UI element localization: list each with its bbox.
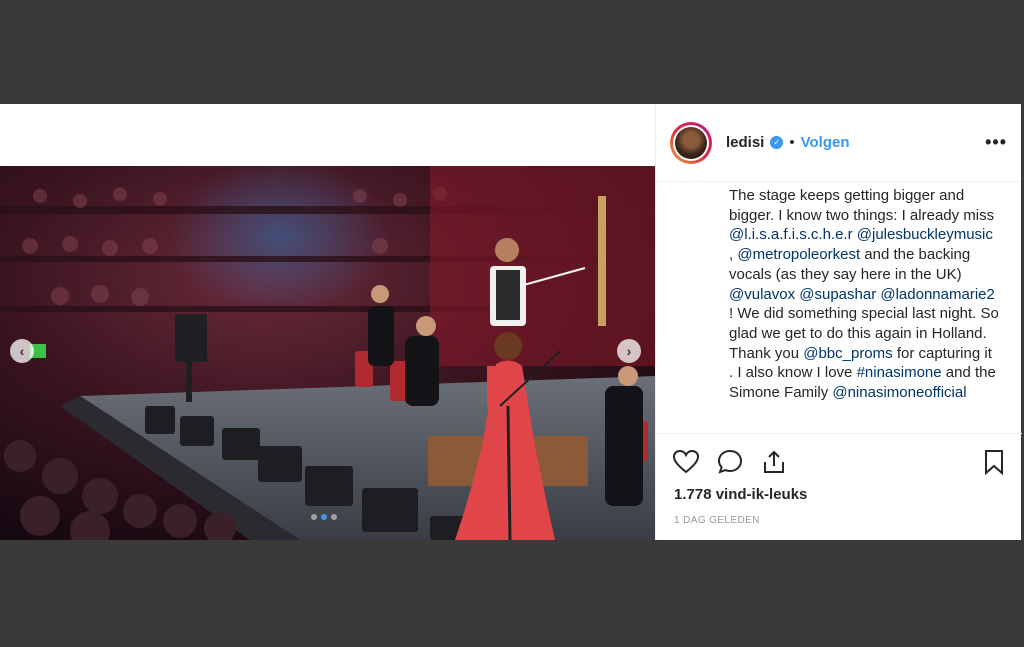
mention-link[interactable]: @ninasimoneofficial — [832, 384, 966, 401]
post-caption: The stage keeps getting bigger and bigge… — [729, 186, 999, 429]
more-options-icon[interactable]: ••• — [985, 132, 1007, 153]
caption-text: The stage keeps getting bigger and bigge… — [729, 187, 995, 224]
carousel-dot — [311, 514, 317, 520]
hashtag-link[interactable]: #ninasimone — [857, 364, 942, 381]
verified-badge-icon: ✓ — [770, 136, 784, 149]
post-media: ‹ › — [0, 104, 655, 540]
bookmark-icon[interactable] — [980, 448, 1008, 476]
post-timestamp[interactable]: 1 DAG GELEDEN — [674, 515, 760, 526]
heart-icon[interactable] — [672, 448, 700, 476]
post-header: ledisi ✓ • Volgen ••• — [656, 104, 1021, 182]
post-actions: 1.778 vind-ik-leuks 1 DAG GELEDEN — [656, 433, 1022, 541]
carousel-dot — [331, 514, 337, 520]
carousel-prev-button[interactable]: ‹ — [10, 339, 34, 363]
mention-link[interactable]: @supashar — [799, 286, 876, 303]
share-icon[interactable] — [760, 448, 788, 476]
mention-link[interactable]: @l.i.s.a.f.i.s.c.h.e.r — [729, 226, 853, 243]
separator-dot: • — [789, 134, 795, 151]
mention-link[interactable]: @vulavox — [729, 286, 795, 303]
comment-icon[interactable] — [716, 448, 744, 476]
carousel-next-button[interactable]: › — [617, 339, 641, 363]
carousel-dot-active — [321, 514, 327, 520]
post-sidebar: ledisi ✓ • Volgen ••• The stage keeps ge… — [655, 104, 1022, 541]
mention-link[interactable]: @metropoleorkest — [737, 246, 860, 263]
instagram-post: ‹ › ledisi ✓ • Volgen ••• The stage keep… — [0, 104, 1022, 541]
likes-count[interactable]: 1.778 vind-ik-leuks — [674, 486, 807, 503]
mention-link[interactable]: @ladonnamarie2 — [880, 286, 994, 303]
carousel-dots — [311, 514, 337, 520]
avatar[interactable] — [670, 121, 712, 164]
mention-link[interactable]: @bbc_proms — [803, 345, 892, 362]
concert-photo — [0, 166, 655, 540]
username-link[interactable]: ledisi — [726, 134, 764, 151]
avatar-image — [675, 126, 707, 159]
follow-button[interactable]: Volgen — [801, 134, 850, 151]
mention-link[interactable]: @julesbuckleymusic — [857, 226, 993, 243]
